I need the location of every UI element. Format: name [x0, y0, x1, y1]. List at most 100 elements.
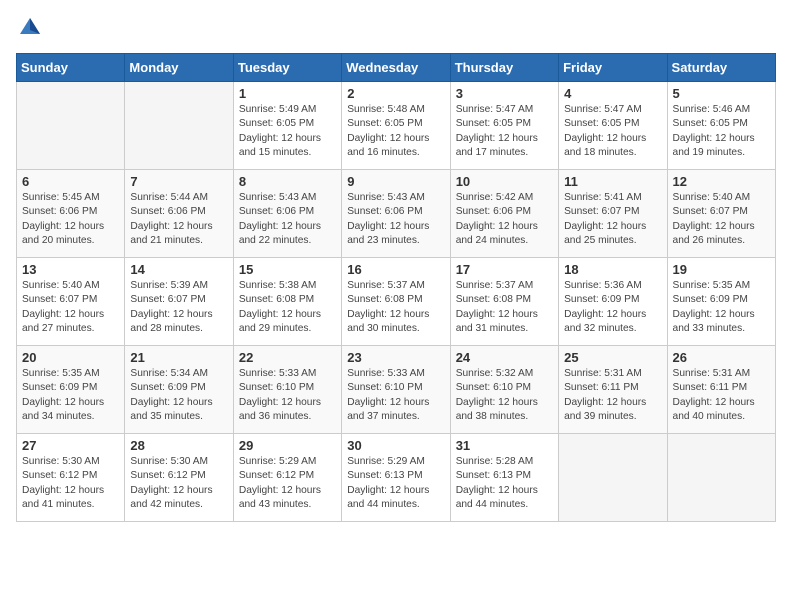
cell-content: Sunrise: 5:43 AM Sunset: 6:06 PM Dayligh…: [347, 191, 444, 248]
day-number: 14: [130, 262, 227, 277]
day-number: 15: [239, 262, 336, 277]
day-header-tuesday: Tuesday: [233, 54, 341, 82]
calendar-cell: 24 Sunrise: 5:32 AM Sunset: 6:10 PM Dayl…: [450, 346, 558, 434]
calendar-cell: 2 Sunrise: 5:48 AM Sunset: 6:05 PM Dayli…: [342, 82, 450, 170]
cell-content: Sunrise: 5:46 AM Sunset: 6:05 PM Dayligh…: [673, 103, 770, 160]
calendar-cell: 1 Sunrise: 5:49 AM Sunset: 6:05 PM Dayli…: [233, 82, 341, 170]
calendar-week-2: 6 Sunrise: 5:45 AM Sunset: 6:06 PM Dayli…: [17, 170, 776, 258]
calendar-cell: 22 Sunrise: 5:33 AM Sunset: 6:10 PM Dayl…: [233, 346, 341, 434]
cell-content: Sunrise: 5:45 AM Sunset: 6:06 PM Dayligh…: [22, 191, 119, 248]
day-number: 22: [239, 350, 336, 365]
calendar-cell: 30 Sunrise: 5:29 AM Sunset: 6:13 PM Dayl…: [342, 434, 450, 522]
calendar-cell: 21 Sunrise: 5:34 AM Sunset: 6:09 PM Dayl…: [125, 346, 233, 434]
day-number: 19: [673, 262, 770, 277]
cell-content: Sunrise: 5:40 AM Sunset: 6:07 PM Dayligh…: [22, 279, 119, 336]
cell-content: Sunrise: 5:31 AM Sunset: 6:11 PM Dayligh…: [673, 367, 770, 424]
calendar-cell: 5 Sunrise: 5:46 AM Sunset: 6:05 PM Dayli…: [667, 82, 775, 170]
cell-content: Sunrise: 5:33 AM Sunset: 6:10 PM Dayligh…: [347, 367, 444, 424]
calendar-cell: [559, 434, 667, 522]
cell-content: Sunrise: 5:49 AM Sunset: 6:05 PM Dayligh…: [239, 103, 336, 160]
cell-content: Sunrise: 5:30 AM Sunset: 6:12 PM Dayligh…: [22, 455, 119, 512]
cell-content: Sunrise: 5:34 AM Sunset: 6:09 PM Dayligh…: [130, 367, 227, 424]
cell-content: Sunrise: 5:36 AM Sunset: 6:09 PM Dayligh…: [564, 279, 661, 336]
calendar-cell: [17, 82, 125, 170]
day-number: 20: [22, 350, 119, 365]
calendar-cell: 11 Sunrise: 5:41 AM Sunset: 6:07 PM Dayl…: [559, 170, 667, 258]
calendar-table: SundayMondayTuesdayWednesdayThursdayFrid…: [16, 53, 776, 522]
cell-content: Sunrise: 5:42 AM Sunset: 6:06 PM Dayligh…: [456, 191, 553, 248]
calendar-cell: [125, 82, 233, 170]
day-number: 24: [456, 350, 553, 365]
day-number: 12: [673, 174, 770, 189]
day-number: 8: [239, 174, 336, 189]
day-number: 29: [239, 438, 336, 453]
day-header-thursday: Thursday: [450, 54, 558, 82]
calendar-cell: 26 Sunrise: 5:31 AM Sunset: 6:11 PM Dayl…: [667, 346, 775, 434]
day-number: 6: [22, 174, 119, 189]
calendar-cell: 14 Sunrise: 5:39 AM Sunset: 6:07 PM Dayl…: [125, 258, 233, 346]
day-number: 27: [22, 438, 119, 453]
calendar-cell: 29 Sunrise: 5:29 AM Sunset: 6:12 PM Dayl…: [233, 434, 341, 522]
cell-content: Sunrise: 5:41 AM Sunset: 6:07 PM Dayligh…: [564, 191, 661, 248]
day-number: 30: [347, 438, 444, 453]
calendar-week-5: 27 Sunrise: 5:30 AM Sunset: 6:12 PM Dayl…: [17, 434, 776, 522]
calendar-cell: 23 Sunrise: 5:33 AM Sunset: 6:10 PM Dayl…: [342, 346, 450, 434]
cell-content: Sunrise: 5:31 AM Sunset: 6:11 PM Dayligh…: [564, 367, 661, 424]
day-number: 16: [347, 262, 444, 277]
day-number: 1: [239, 86, 336, 101]
calendar-cell: 10 Sunrise: 5:42 AM Sunset: 6:06 PM Dayl…: [450, 170, 558, 258]
calendar-week-1: 1 Sunrise: 5:49 AM Sunset: 6:05 PM Dayli…: [17, 82, 776, 170]
cell-content: Sunrise: 5:32 AM Sunset: 6:10 PM Dayligh…: [456, 367, 553, 424]
day-number: 28: [130, 438, 227, 453]
cell-content: Sunrise: 5:29 AM Sunset: 6:13 PM Dayligh…: [347, 455, 444, 512]
cell-content: Sunrise: 5:35 AM Sunset: 6:09 PM Dayligh…: [22, 367, 119, 424]
calendar-cell: 6 Sunrise: 5:45 AM Sunset: 6:06 PM Dayli…: [17, 170, 125, 258]
calendar-cell: 4 Sunrise: 5:47 AM Sunset: 6:05 PM Dayli…: [559, 82, 667, 170]
day-number: 9: [347, 174, 444, 189]
calendar-cell: 20 Sunrise: 5:35 AM Sunset: 6:09 PM Dayl…: [17, 346, 125, 434]
day-number: 17: [456, 262, 553, 277]
day-number: 7: [130, 174, 227, 189]
cell-content: Sunrise: 5:30 AM Sunset: 6:12 PM Dayligh…: [130, 455, 227, 512]
day-header-sunday: Sunday: [17, 54, 125, 82]
cell-content: Sunrise: 5:47 AM Sunset: 6:05 PM Dayligh…: [564, 103, 661, 160]
cell-content: Sunrise: 5:37 AM Sunset: 6:08 PM Dayligh…: [347, 279, 444, 336]
calendar-cell: 16 Sunrise: 5:37 AM Sunset: 6:08 PM Dayl…: [342, 258, 450, 346]
calendar-cell: 18 Sunrise: 5:36 AM Sunset: 6:09 PM Dayl…: [559, 258, 667, 346]
day-number: 23: [347, 350, 444, 365]
cell-content: Sunrise: 5:39 AM Sunset: 6:07 PM Dayligh…: [130, 279, 227, 336]
calendar-cell: 9 Sunrise: 5:43 AM Sunset: 6:06 PM Dayli…: [342, 170, 450, 258]
logo: [16, 16, 46, 41]
cell-content: Sunrise: 5:29 AM Sunset: 6:12 PM Dayligh…: [239, 455, 336, 512]
day-number: 10: [456, 174, 553, 189]
calendar-cell: 3 Sunrise: 5:47 AM Sunset: 6:05 PM Dayli…: [450, 82, 558, 170]
calendar-cell: 25 Sunrise: 5:31 AM Sunset: 6:11 PM Dayl…: [559, 346, 667, 434]
calendar-cell: 19 Sunrise: 5:35 AM Sunset: 6:09 PM Dayl…: [667, 258, 775, 346]
day-number: 18: [564, 262, 661, 277]
calendar-cell: 8 Sunrise: 5:43 AM Sunset: 6:06 PM Dayli…: [233, 170, 341, 258]
calendar-cell: 31 Sunrise: 5:28 AM Sunset: 6:13 PM Dayl…: [450, 434, 558, 522]
cell-content: Sunrise: 5:44 AM Sunset: 6:06 PM Dayligh…: [130, 191, 227, 248]
day-number: 2: [347, 86, 444, 101]
day-header-friday: Friday: [559, 54, 667, 82]
day-number: 3: [456, 86, 553, 101]
calendar-cell: 7 Sunrise: 5:44 AM Sunset: 6:06 PM Dayli…: [125, 170, 233, 258]
logo-icon: [18, 16, 42, 36]
day-number: 4: [564, 86, 661, 101]
calendar-cell: 12 Sunrise: 5:40 AM Sunset: 6:07 PM Dayl…: [667, 170, 775, 258]
calendar-cell: [667, 434, 775, 522]
cell-content: Sunrise: 5:28 AM Sunset: 6:13 PM Dayligh…: [456, 455, 553, 512]
day-header-monday: Monday: [125, 54, 233, 82]
calendar-cell: 27 Sunrise: 5:30 AM Sunset: 6:12 PM Dayl…: [17, 434, 125, 522]
cell-content: Sunrise: 5:40 AM Sunset: 6:07 PM Dayligh…: [673, 191, 770, 248]
cell-content: Sunrise: 5:38 AM Sunset: 6:08 PM Dayligh…: [239, 279, 336, 336]
calendar-cell: 15 Sunrise: 5:38 AM Sunset: 6:08 PM Dayl…: [233, 258, 341, 346]
day-number: 11: [564, 174, 661, 189]
calendar-cell: 13 Sunrise: 5:40 AM Sunset: 6:07 PM Dayl…: [17, 258, 125, 346]
cell-content: Sunrise: 5:33 AM Sunset: 6:10 PM Dayligh…: [239, 367, 336, 424]
calendar-cell: 28 Sunrise: 5:30 AM Sunset: 6:12 PM Dayl…: [125, 434, 233, 522]
day-header-wednesday: Wednesday: [342, 54, 450, 82]
day-header-saturday: Saturday: [667, 54, 775, 82]
calendar-week-3: 13 Sunrise: 5:40 AM Sunset: 6:07 PM Dayl…: [17, 258, 776, 346]
days-header-row: SundayMondayTuesdayWednesdayThursdayFrid…: [17, 54, 776, 82]
